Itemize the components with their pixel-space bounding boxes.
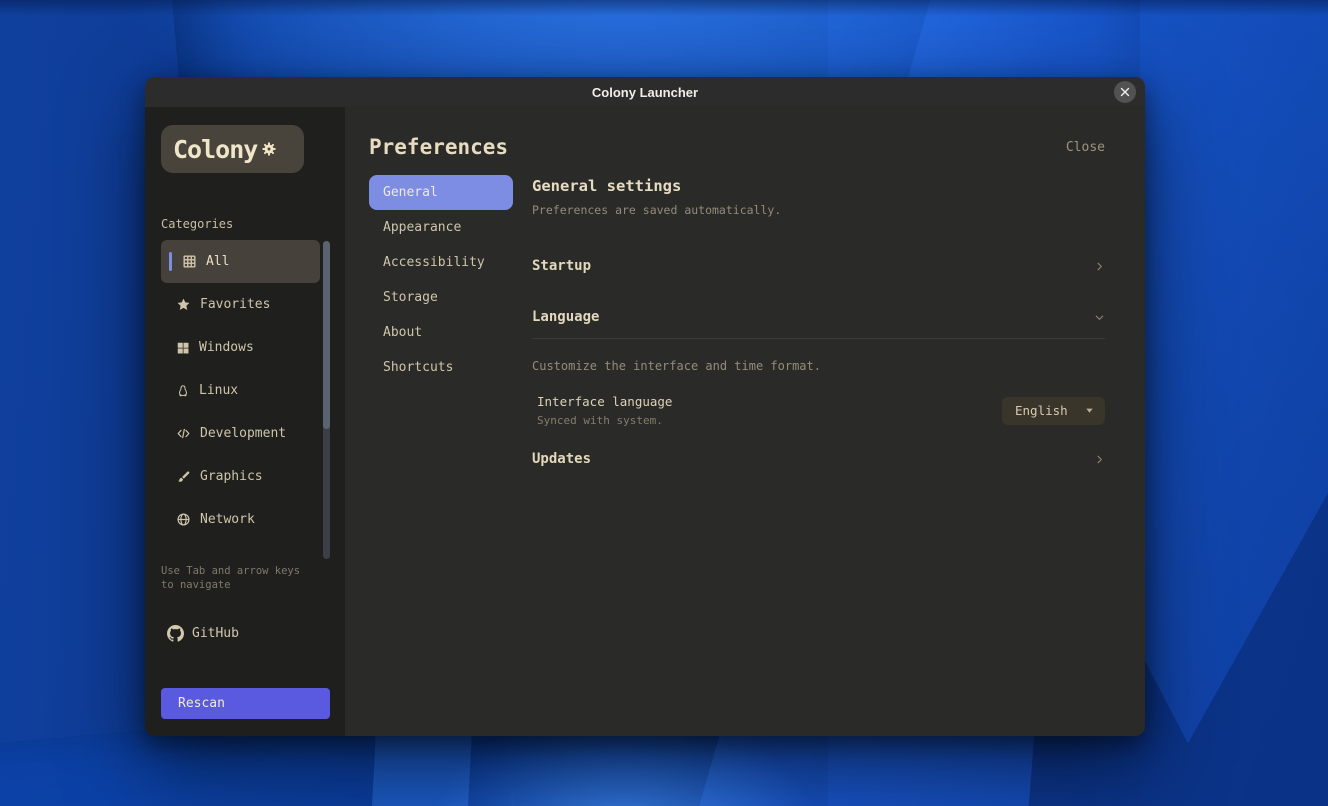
interface-language-dropdown[interactable]: English bbox=[1002, 397, 1105, 425]
brush-icon bbox=[176, 469, 191, 484]
app-logo-text: Colony bbox=[173, 135, 257, 164]
keyboard-hint: Use Tab and arrow keys to navigate bbox=[161, 565, 316, 592]
sidebar-item-all[interactable]: All bbox=[161, 240, 320, 283]
sidebar-item-graphics[interactable]: Graphics bbox=[161, 455, 320, 498]
page-title: Preferences bbox=[369, 135, 508, 159]
github-icon bbox=[167, 625, 184, 642]
tab-shortcuts[interactable]: Shortcuts bbox=[369, 350, 513, 385]
wallpaper-shape bbox=[0, 0, 1328, 16]
close-icon bbox=[1120, 87, 1130, 97]
star-icon bbox=[176, 297, 191, 312]
window-title: Colony Launcher bbox=[592, 85, 698, 100]
section-label: Startup bbox=[532, 258, 591, 274]
chevron-right-icon bbox=[1094, 261, 1105, 272]
scrollbar-thumb[interactable] bbox=[323, 241, 330, 429]
tab-general[interactable]: General bbox=[369, 175, 513, 210]
panel-heading: General settings bbox=[532, 177, 1105, 195]
preferences-tabs: General Appearance Accessibility Storage… bbox=[369, 175, 513, 479]
app-logo: Colony bbox=[161, 125, 304, 173]
setting-label: Interface language bbox=[537, 394, 672, 409]
globe-icon bbox=[176, 512, 191, 527]
github-link[interactable]: GitHub bbox=[161, 625, 330, 642]
language-description: Customize the interface and time format. bbox=[532, 359, 1105, 373]
section-language[interactable]: Language bbox=[532, 297, 1105, 337]
sidebar-item-label: Linux bbox=[199, 383, 238, 398]
linux-icon bbox=[176, 384, 190, 398]
categories-heading: Categories bbox=[161, 217, 330, 231]
preferences-panel: Preferences Close General Appearance Acc… bbox=[345, 107, 1145, 736]
colony-launcher-window: Colony Launcher Colony bbox=[145, 77, 1145, 736]
tab-about[interactable]: About bbox=[369, 315, 513, 350]
sidebar-item-linux[interactable]: Linux bbox=[161, 369, 320, 412]
code-icon bbox=[176, 426, 191, 441]
section-label: Language bbox=[532, 309, 599, 325]
sidebar-item-network[interactable]: Network bbox=[161, 498, 320, 541]
sidebar-item-windows[interactable]: Windows bbox=[161, 326, 320, 369]
sidebar-item-favorites[interactable]: Favorites bbox=[161, 283, 320, 326]
titlebar[interactable]: Colony Launcher bbox=[145, 77, 1145, 107]
tab-appearance[interactable]: Appearance bbox=[369, 210, 513, 245]
sidebar-item-label: Development bbox=[200, 426, 286, 441]
sidebar-item-development[interactable]: Development bbox=[161, 412, 320, 455]
windows-icon bbox=[176, 341, 190, 355]
tab-storage[interactable]: Storage bbox=[369, 280, 513, 315]
dropdown-selected-value: English bbox=[1015, 403, 1068, 418]
gear-icon bbox=[262, 142, 276, 156]
sidebar: Colony Categories bbox=[145, 107, 345, 736]
sidebar-item-label: Network bbox=[200, 512, 255, 527]
chevron-right-icon bbox=[1094, 454, 1105, 465]
selected-accent-bar bbox=[169, 252, 172, 271]
interface-language-setting: Interface language Synced with system. E… bbox=[532, 394, 1105, 427]
panel-subheading: Preferences are saved automatically. bbox=[532, 203, 1105, 217]
section-updates[interactable]: Updates bbox=[532, 439, 1105, 479]
tab-accessibility[interactable]: Accessibility bbox=[369, 245, 513, 280]
section-divider bbox=[532, 338, 1105, 339]
section-label: Updates bbox=[532, 451, 591, 467]
rescan-button[interactable]: Rescan bbox=[161, 688, 330, 719]
github-label: GitHub bbox=[192, 626, 239, 641]
sidebar-item-label: Favorites bbox=[200, 297, 270, 312]
section-startup[interactable]: Startup bbox=[532, 246, 1105, 286]
setting-hint: Synced with system. bbox=[537, 414, 672, 427]
chevron-down-icon bbox=[1094, 312, 1105, 323]
general-settings-panel: General settings Preferences are saved a… bbox=[532, 175, 1105, 479]
sidebar-item-label: Windows bbox=[199, 340, 254, 355]
grid-icon bbox=[182, 254, 197, 269]
sidebar-item-label: All bbox=[206, 254, 229, 269]
sidebar-item-label: Graphics bbox=[200, 469, 263, 484]
categories-list: All Favorites bbox=[161, 240, 330, 541]
categories-scrollbar[interactable] bbox=[323, 241, 330, 559]
caret-down-icon bbox=[1084, 405, 1095, 416]
preferences-close-button[interactable]: Close bbox=[1066, 140, 1105, 155]
window-close-button[interactable] bbox=[1114, 81, 1136, 103]
